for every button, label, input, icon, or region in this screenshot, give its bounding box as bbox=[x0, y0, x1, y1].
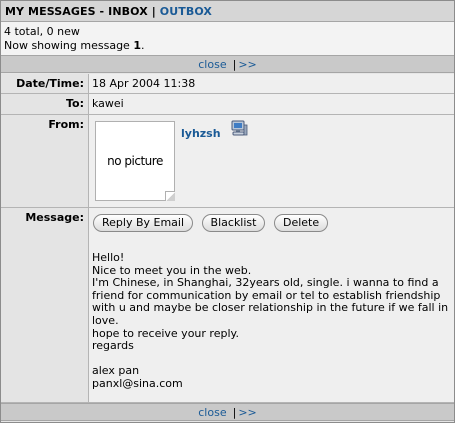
date-label: Date/Time: bbox=[1, 74, 89, 93]
showing-suffix: . bbox=[140, 39, 145, 52]
page-fold-icon bbox=[165, 191, 175, 201]
showing-prefix: Now showing message bbox=[4, 39, 134, 52]
message-body: Hello! Nice to meet you in the web. I'm … bbox=[92, 251, 449, 390]
from-row: From: no picture lyhzsh bbox=[1, 115, 454, 208]
header-separator: | bbox=[151, 5, 156, 18]
nav-separator-bottom: | bbox=[232, 406, 237, 419]
sender-username-link[interactable]: lyhzsh bbox=[181, 127, 221, 140]
delete-button[interactable]: Delete bbox=[273, 214, 329, 232]
from-value: no picture lyhzsh bbox=[89, 115, 454, 207]
showing-status: Now showing message 1. bbox=[4, 39, 454, 53]
computer-icon bbox=[231, 120, 248, 136]
messages-panel: MY MESSAGES - INBOX | OUTBOX 4 total, 0 … bbox=[0, 0, 455, 423]
to-value: kawei bbox=[89, 94, 454, 114]
page-title: MY MESSAGES - INBOX bbox=[5, 5, 148, 18]
date-value: 18 Apr 2004 11:38 bbox=[89, 74, 454, 93]
message-row: Message: Reply By Email Blacklist Delete… bbox=[1, 208, 454, 403]
next-message-link-top[interactable]: >> bbox=[238, 58, 256, 71]
from-label: From: bbox=[1, 115, 89, 207]
inbox-summary: 4 total, 0 new Now showing message 1. bbox=[1, 22, 454, 55]
nav-separator-top: | bbox=[232, 58, 237, 71]
panel-header: MY MESSAGES - INBOX | OUTBOX bbox=[1, 1, 454, 22]
to-label: To: bbox=[1, 94, 89, 114]
to-row: To: kawei bbox=[1, 94, 454, 115]
sender-picture[interactable]: no picture bbox=[95, 121, 175, 201]
outbox-link[interactable]: OUTBOX bbox=[160, 5, 212, 18]
current-message-number: 1 bbox=[133, 39, 141, 52]
date-row: Date/Time: 18 Apr 2004 11:38 bbox=[1, 74, 454, 94]
message-label: Message: bbox=[1, 208, 89, 402]
close-link-bottom[interactable]: close bbox=[198, 406, 226, 419]
message-actions: Reply By Email Blacklist Delete bbox=[93, 214, 333, 232]
reply-by-email-button[interactable]: Reply By Email bbox=[93, 214, 194, 232]
close-link-top[interactable]: close bbox=[198, 58, 226, 71]
bottom-nav-bar: close | >> bbox=[1, 403, 454, 421]
next-message-link-bottom[interactable]: >> bbox=[238, 406, 256, 419]
message-value: Reply By Email Blacklist Delete Hello! N… bbox=[89, 208, 454, 402]
message-counts: 4 total, 0 new bbox=[4, 25, 80, 38]
blacklist-button[interactable]: Blacklist bbox=[201, 214, 266, 232]
top-nav-bar: close | >> bbox=[1, 55, 454, 73]
no-picture-text: no picture bbox=[107, 154, 163, 168]
